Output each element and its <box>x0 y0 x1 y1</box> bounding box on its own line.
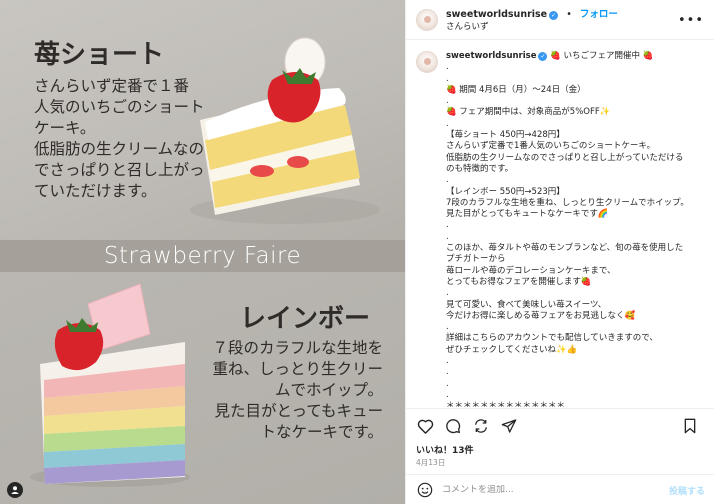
like-count[interactable]: いいね！13件 <box>416 443 474 456</box>
comment-input[interactable] <box>442 484 642 495</box>
post-media[interactable]: 苺ショート さんらいず定番で１番 人気のいちごのショート ケーキ。 低脂肪の生ク… <box>0 0 405 504</box>
rainbow-description: ７段のカラフルな生地を 重ね、しっとり生クリー ムでホイップ。 見た目がとっても… <box>212 338 383 443</box>
bookmark-icon[interactable] <box>679 415 701 437</box>
caption-lines: .. 🍓 期間 4月6日（月）〜24日（金）. 🍓 フェア期間中は、対象商品が5%O… <box>446 62 705 407</box>
caption-line: 詳細はこちらのアカウントでも配信していきますので、 <box>446 333 658 344</box>
caption-line: プチガトーから <box>446 254 506 265</box>
rainbow-desc-line: ７段のカラフルな生地を <box>212 339 383 357</box>
caption-first-line: 🍓 いちごフェア開催中 🍓 <box>547 51 654 61</box>
caption-line: さんらいず定番で1番人気のいちごのショートケーキ。 <box>446 141 656 152</box>
header-text: sweetworldsunrise ✓ • フォロー さんらいず <box>446 6 618 33</box>
location-link[interactable]: さんらいず <box>446 21 618 33</box>
shortcake-desc-line: 人気のいちごのショート <box>34 98 205 116</box>
more-horizontal-icon[interactable]: ••• <box>678 13 704 28</box>
caption-line: . <box>446 389 449 400</box>
caption-line: 見た目がとってもキュートなケーキです🌈 <box>446 209 609 220</box>
repost-icon[interactable] <box>470 415 492 437</box>
caption-line: 見て可愛い、食べて美味しい苺スイーツ、 <box>446 299 607 310</box>
caption-line: 今だけお得に楽しめる苺フェアをお見逃しなく🥰 <box>446 310 636 321</box>
caption-line: 7段のカラフルな生地を重ね、しっとり生クリームでホイップ。 <box>446 197 689 208</box>
caption-line: . <box>446 322 449 333</box>
comment-bar: 投稿する <box>406 474 714 504</box>
shortcake-description: さんらいず定番で１番 人気のいちごのショート ケーキ。 低脂肪の生クリームなの … <box>34 76 205 202</box>
caption-line: . <box>446 118 449 129</box>
username-link[interactable]: sweetworldsunrise <box>446 9 547 20</box>
emoji-icon[interactable] <box>416 481 434 499</box>
follow-button[interactable]: フォロー <box>580 9 618 20</box>
caption: sweetworldsunrise ✓ 🍓 いちごフェア開催中 🍓 .. 🍓 期間 … <box>416 51 705 407</box>
comment-icon[interactable] <box>442 415 464 437</box>
shortcake-desc-line: さんらいず定番で１番 <box>34 77 190 95</box>
heart-icon[interactable] <box>414 415 436 437</box>
caption-line: . <box>446 220 449 231</box>
avatar[interactable] <box>416 8 438 31</box>
shortcake-desc-line: でさっぱりと召し上がっ <box>34 161 205 179</box>
caption-line: 【苺ショート 450円→428円】 <box>446 130 565 141</box>
caption-body: sweetworldsunrise ✓ 🍓 いちごフェア開催中 🍓 .. 🍓 期間 … <box>446 51 705 407</box>
caption-line: 【レインボー 550円→523円】 <box>446 186 565 197</box>
rainbow-title: レインボー <box>240 304 371 334</box>
caption-line: のも特徴的です。 <box>446 163 514 174</box>
caption-scroll-area[interactable]: sweetworldsunrise ✓ 🍓 いちごフェア開催中 🍓 .. 🍓 期間 … <box>406 41 714 407</box>
action-bar <box>406 408 714 442</box>
caption-line: . <box>446 378 449 389</box>
fair-banner: Strawberry Faire <box>0 240 405 272</box>
caption-line: . <box>446 73 449 84</box>
caption-line: . <box>446 367 449 378</box>
shortcake-desc-line: 低脂肪の生クリームなの <box>34 140 205 158</box>
caption-line: . <box>446 356 449 367</box>
tagged-user-icon[interactable] <box>7 482 23 498</box>
post-header: sweetworldsunrise ✓ • フォロー さんらいず ••• <box>406 0 714 40</box>
shortcake-title: 苺ショート <box>34 40 165 70</box>
caption-line: . <box>446 62 449 73</box>
separator: • <box>566 9 572 20</box>
caption-line: 苺ロールや苺のデコレーションケーキまで、 <box>446 265 616 276</box>
post-date[interactable]: 4月13日 <box>416 457 445 468</box>
caption-line: ぜひチェックしてくださいね✨👍 <box>446 344 578 355</box>
rainbow-desc-line: トなケーキです。 <box>260 423 383 441</box>
caption-line: 🍓 期間 4月6日（月）〜24日（金） <box>446 84 586 95</box>
caption-line: とってもお得なフェアを開催します🍓 <box>446 276 592 287</box>
caption-line: . <box>446 288 449 299</box>
post-comment-button[interactable]: 投稿する <box>669 484 705 497</box>
post-side-panel: sweetworldsunrise ✓ • フォロー さんらいず ••• swee… <box>405 0 714 504</box>
shortcake-desc-line: ていただけます。 <box>34 182 157 200</box>
caption-line: . <box>446 175 449 186</box>
caption-line: ＊＊＊＊＊＊＊＊＊＊＊＊＊＊ <box>446 401 566 407</box>
fair-banner-text: Strawberry Faire <box>103 243 302 269</box>
caption-line: 低脂肪の生クリームなのでさっぱりと召し上がっていただける <box>446 152 684 163</box>
share-icon[interactable] <box>498 415 520 437</box>
verified-badge-icon: ✓ <box>549 11 559 20</box>
caption-line: . <box>446 96 449 107</box>
rainbow-desc-line: 見た目がとってもキュー <box>214 402 384 420</box>
shortcake-desc-line: ケーキ。 <box>34 119 96 137</box>
caption-avatar[interactable] <box>416 51 438 73</box>
caption-line: このほか、苺タルトや苺のモンブランなど、旬の苺を使用した <box>446 243 684 254</box>
rainbow-desc-line: ムでホイップ。 <box>274 381 383 399</box>
caption-line: . <box>446 231 449 242</box>
rainbow-desc-line: 重ね、しっとり生クリー <box>212 360 383 378</box>
caption-line: 🍓 フェア期間中は、対象商品が5%OFF✨ <box>446 107 611 118</box>
caption-username-link[interactable]: sweetworldsunrise <box>446 51 536 61</box>
